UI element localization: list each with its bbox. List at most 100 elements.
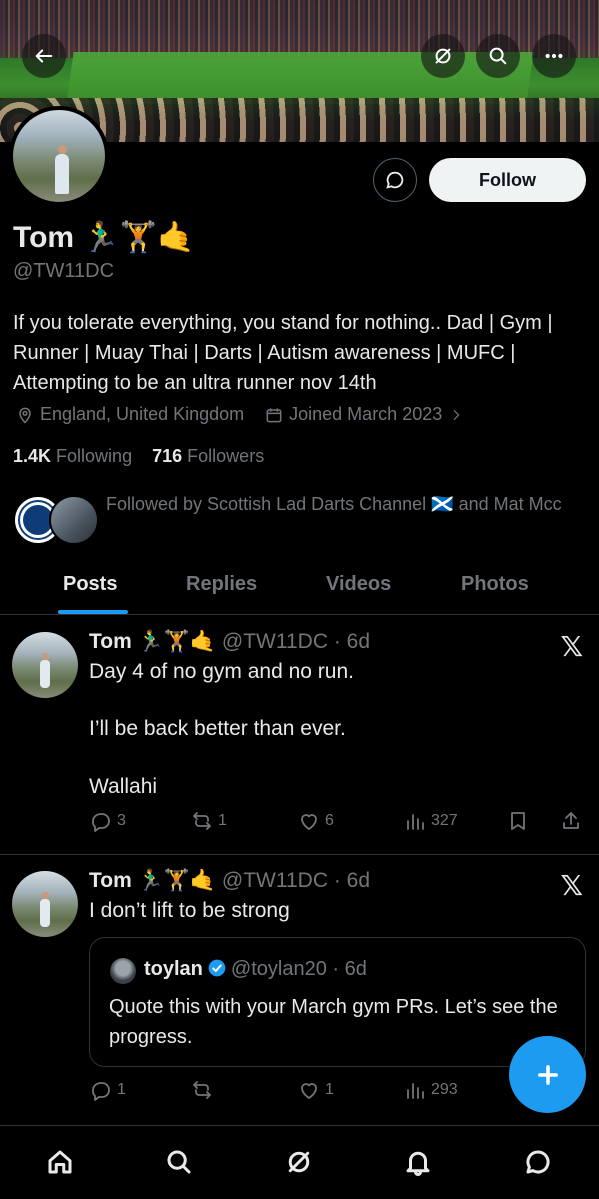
nav-notifications[interactable]: [398, 1142, 438, 1182]
tab-posts[interactable]: Posts: [63, 573, 117, 596]
post-time: · 6d: [333, 630, 371, 653]
post[interactable]: Tom 🏃‍♂️🏋️🤙 @TW11DC · 6d 𝕏 Day 4 of no g…: [0, 616, 599, 855]
profile-handle: @TW11DC: [13, 260, 115, 282]
followed-avatar-mat-mcc: [49, 495, 99, 545]
location: England, United Kingdom: [15, 404, 244, 425]
views-button[interactable]: 293: [403, 1078, 458, 1102]
joined-text: Joined March 2023: [289, 404, 443, 424]
follow-button[interactable]: Follow: [429, 158, 586, 202]
nav-grok[interactable]: [279, 1142, 319, 1182]
bookmark-button[interactable]: [506, 809, 534, 833]
post-handle[interactable]: @TW11DC: [222, 630, 328, 653]
post-avatar[interactable]: [12, 871, 78, 937]
followers-label: Followers: [187, 446, 265, 466]
notifications-icon: [406, 1151, 430, 1176]
post-author[interactable]: Tom 🏃‍♂️🏋️🤙: [89, 869, 216, 892]
like-count: 6: [325, 812, 334, 829]
followed-by-text[interactable]: Followed by Scottish Lad Darts Channel 🏴…: [106, 490, 586, 518]
reply-count: 3: [117, 812, 126, 829]
following-link[interactable]: 1.4K Following: [13, 446, 132, 466]
reply-count: 1: [117, 1081, 126, 1098]
joined-date[interactable]: Joined March 2023: [264, 404, 469, 425]
views-icon: [407, 814, 424, 830]
nav-home[interactable]: [40, 1142, 80, 1182]
quoted-author[interactable]: toylan: [144, 958, 203, 980]
profile-meta: England, United Kingdom Joined March 202…: [15, 404, 489, 425]
follow-counts: 1.4K Following 716 Followers: [13, 446, 264, 467]
tab-replies[interactable]: Replies: [186, 573, 257, 596]
bottom-navigation: [0, 1125, 599, 1199]
followers-count: 716: [152, 446, 183, 466]
views-icon: [407, 1083, 424, 1099]
post-text: I don’t lift to be strong: [89, 899, 290, 922]
quoted-post[interactable]: toylan @toylan20 · 6d Quote this with you…: [89, 937, 586, 1067]
like-icon: [301, 814, 317, 830]
repost-button[interactable]: [190, 1078, 218, 1102]
share-icon: [563, 812, 579, 829]
home-icon: [48, 1150, 72, 1174]
views-button[interactable]: 327: [403, 809, 458, 833]
post-text-line: Wallahi: [89, 775, 158, 798]
quoted-handle[interactable]: @toylan20: [231, 958, 327, 980]
post-avatar[interactable]: [12, 632, 78, 698]
reply-button[interactable]: 3: [89, 809, 126, 833]
compose-button[interactable]: [509, 1036, 586, 1113]
post-author[interactable]: Tom 🏃‍♂️🏋️🤙: [89, 630, 216, 653]
reply-button[interactable]: 1: [89, 1078, 126, 1102]
search-icon: [167, 1150, 191, 1174]
bookmark-icon: [511, 812, 525, 830]
followers-link[interactable]: 716 Followers: [152, 446, 264, 466]
chevron-right-icon: [453, 409, 460, 420]
share-button[interactable]: [559, 809, 587, 833]
post-text-line: Day 4 of no gym and no run.: [89, 660, 354, 683]
repost-icon: [193, 1081, 211, 1099]
search-icon: [489, 47, 507, 65]
message-button[interactable]: [373, 158, 417, 202]
profile-avatar[interactable]: [9, 106, 109, 206]
grok-icon: [435, 48, 451, 64]
back-button[interactable]: [22, 34, 66, 78]
grok-button[interactable]: [421, 34, 465, 78]
tab-videos[interactable]: Videos: [326, 573, 391, 596]
search-button[interactable]: [476, 34, 520, 78]
like-icon: [301, 1083, 317, 1099]
reply-icon: [92, 1082, 110, 1101]
post-actions: 3 1 6 327: [89, 809, 589, 837]
profile-name: Tom 🏃‍♂️🏋️🤙: [13, 221, 195, 254]
location-icon: [19, 407, 31, 424]
tab-photos[interactable]: Photos: [461, 573, 529, 596]
avatar-figure: [55, 145, 69, 194]
active-tab-indicator: [58, 610, 128, 614]
profile-tabs: Posts Replies Videos Photos: [0, 565, 599, 615]
more-button[interactable]: [532, 34, 576, 78]
view-count: 327: [431, 812, 458, 829]
like-button[interactable]: 1: [297, 1078, 334, 1102]
message-icon: [386, 171, 404, 189]
quoted-header: toylan @toylan20 · 6d: [144, 958, 367, 981]
plus-icon: [537, 1064, 558, 1085]
following-label: Following: [56, 446, 133, 466]
post-handle[interactable]: @TW11DC: [222, 869, 328, 892]
quoted-avatar[interactable]: [110, 958, 136, 984]
quoted-time: · 6d: [332, 958, 367, 980]
profile-bio: If you tolerate everything, you stand fo…: [13, 312, 553, 394]
repost-button[interactable]: 1: [190, 809, 227, 833]
post-time: · 6d: [333, 869, 371, 892]
reply-icon: [92, 813, 110, 832]
post-text-line: I’ll be back better than ever.: [89, 717, 346, 740]
view-count: 293: [431, 1081, 458, 1098]
post-header: Tom 🏃‍♂️🏋️🤙 @TW11DC · 6d: [89, 869, 370, 893]
nav-messages[interactable]: [518, 1142, 558, 1182]
like-count: 1: [325, 1081, 334, 1098]
followed-by-avatars[interactable]: [13, 495, 103, 545]
like-button[interactable]: 6: [297, 809, 334, 833]
avatar-figure: [40, 653, 50, 688]
following-count: 1.4K: [13, 446, 52, 466]
post-header: Tom 🏃‍♂️🏋️🤙 @TW11DC · 6d: [89, 630, 370, 654]
repost-count: 1: [218, 812, 227, 829]
nav-search[interactable]: [159, 1142, 199, 1182]
calendar-icon: [266, 407, 282, 422]
repost-icon: [193, 812, 211, 830]
grok-icon: [288, 1151, 310, 1173]
messages-icon: [526, 1150, 550, 1174]
